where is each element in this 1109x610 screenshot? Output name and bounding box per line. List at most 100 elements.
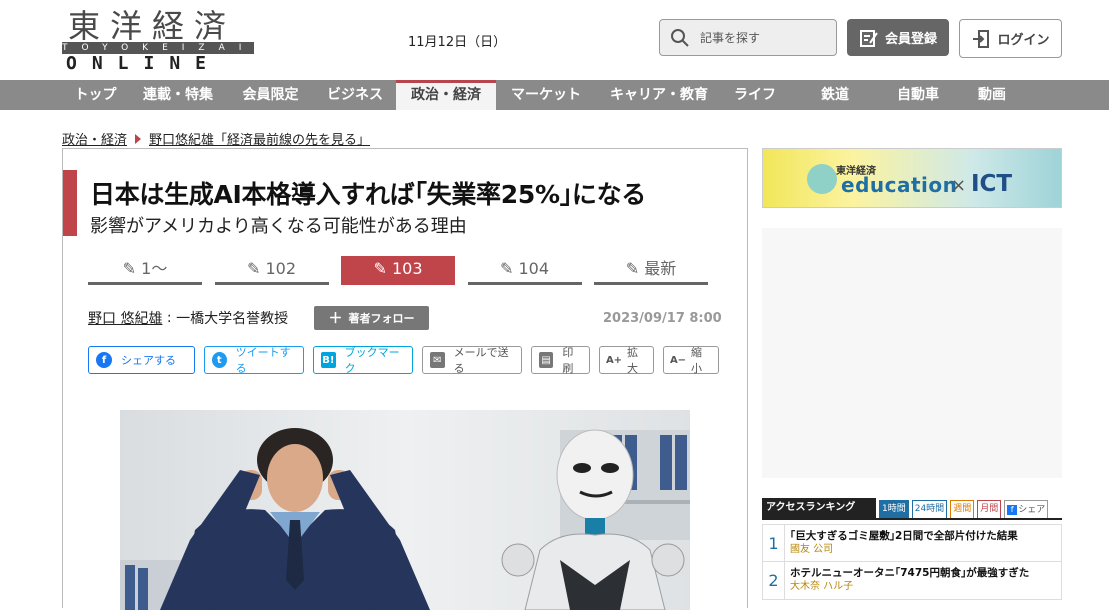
nav-item-automobile[interactable]: 自動車 xyxy=(882,80,954,110)
main-nav: トップ 連載・特集 会員限定 ビジネス 政治・経済 マーケット キャリア・教育 … xyxy=(0,80,1109,110)
ranking-tab-24h[interactable]: 24時間 xyxy=(911,500,948,518)
search-box[interactable]: 記事を探す xyxy=(659,19,837,56)
twitter-share-button[interactable]: t ツイートする xyxy=(204,346,304,375)
share-label: 拡大 xyxy=(627,346,638,375)
share-label: メールで送る xyxy=(453,346,509,375)
pencil-icon: ✎ xyxy=(499,259,519,278)
zoom-in-button[interactable]: A+ 拡大 xyxy=(599,346,654,375)
nav-item-top[interactable]: トップ xyxy=(62,80,129,110)
site-logo[interactable]: 東洋経済 TOYOKEIZAI ONLINE xyxy=(62,6,254,74)
ranking-number: 2 xyxy=(763,562,785,599)
page-label: 104 xyxy=(518,259,550,278)
hatena-bookmark-icon: B! xyxy=(321,352,336,368)
page-label: 最新 xyxy=(644,259,677,278)
zoom-out-button[interactable]: A− 縮小 xyxy=(663,346,719,375)
search-icon xyxy=(671,28,689,47)
nav-item-business[interactable]: ビジネス xyxy=(314,80,396,110)
ranking-tab-1h[interactable]: 1時間 xyxy=(879,500,909,518)
nav-item-life[interactable]: ライフ xyxy=(722,80,788,110)
facebook-icon: f xyxy=(1007,504,1018,515)
breadcrumb-series[interactable]: 野口悠紀雄「経済最前線の先を見る」 xyxy=(149,129,370,148)
breadcrumb-arrow-icon xyxy=(135,133,142,144)
nav-item-railway[interactable]: 鉄道 xyxy=(788,80,882,110)
banner-cross: × xyxy=(951,175,967,196)
banner-education: education xyxy=(841,173,958,197)
member-register-button[interactable]: 会員登録 xyxy=(847,19,949,56)
page-label: 102 xyxy=(265,259,297,278)
title-accent-bar xyxy=(63,170,77,236)
author-title: 一橋大学名誉教授 xyxy=(176,311,289,327)
login-icon xyxy=(973,29,990,48)
login-button[interactable]: ログイン xyxy=(959,19,1062,58)
share-label: ツイートする xyxy=(235,346,291,375)
twitter-icon: t xyxy=(212,352,227,368)
article-subtitle: 影響がアメリカより高くなる可能性がある理由 xyxy=(90,216,467,237)
share-label: 印刷 xyxy=(562,346,574,375)
pencil-icon: ✎ xyxy=(625,259,645,278)
ranking-author: 大木奈 ハル子 xyxy=(790,581,854,592)
ranking-tab-share[interactable]: f シェア xyxy=(1004,500,1049,518)
facebook-icon: f xyxy=(96,352,112,368)
ranking-tab-week[interactable]: 週間 xyxy=(950,500,975,518)
ad-placeholder xyxy=(762,228,1062,478)
plus-icon: ＋ xyxy=(328,311,343,327)
page-link-latest[interactable]: ✎ 最新 xyxy=(594,256,708,285)
share-label: 縮小 xyxy=(691,346,702,375)
zoom-in-icon: A+ xyxy=(605,354,623,366)
mail-share-button[interactable]: ✉ メールで送る xyxy=(422,346,522,375)
mail-icon: ✉ xyxy=(430,352,445,368)
nav-item-market[interactable]: マーケット xyxy=(496,80,596,110)
logo-online: ONLINE xyxy=(66,53,222,74)
follow-label: 著者フォロー xyxy=(348,312,415,325)
register-icon xyxy=(859,29,878,47)
page-link-102[interactable]: ✎ 102 xyxy=(214,256,329,285)
current-date: 11月12日（日） xyxy=(408,35,507,50)
login-label: ログイン xyxy=(997,33,1050,48)
ranking-tab-month[interactable]: 月間 xyxy=(977,500,1002,518)
follow-author-button[interactable]: ＋ 著者フォロー xyxy=(314,306,429,330)
page-link-first[interactable]: ✎ 1〜 xyxy=(88,256,202,285)
ranking-tab-share-label: シェア xyxy=(1018,504,1046,515)
article-panel: 日本は生成AI本格導入すれば｢失業率25%｣になる 影響がアメリカより高くなる可… xyxy=(62,148,748,610)
site-header: 東洋経済 TOYOKEIZAI ONLINE 11月12日（日） 記事を探す 会… xyxy=(0,0,1109,80)
zoom-out-icon: A− xyxy=(669,354,687,366)
ranking-headline[interactable]: ｢巨大すぎるゴミ屋敷｣2日間で全部片付けた結果 xyxy=(790,529,1018,543)
nav-item-career[interactable]: キャリア・教育 xyxy=(596,80,722,110)
breadcrumb: 政治・経済 野口悠紀雄「経済最前線の先を見る」 xyxy=(62,129,370,148)
author-line: 野口 悠紀雄 : 一橋大学名誉教授 xyxy=(88,308,288,328)
ranking-item[interactable]: 1 ｢巨大すぎるゴミ屋敷｣2日間で全部片付けた結果 國友 公司 xyxy=(762,524,1062,562)
ranking-header: アクセスランキング 1時間 24時間 週間 月間 f シェア xyxy=(762,498,1062,520)
pagination: ✎ 1〜 ✎ 102 ✎ 103 ✎ 104 ✎ 最新 xyxy=(88,256,721,285)
share-label: ブックマーク xyxy=(344,346,400,375)
page-link-104[interactable]: ✎ 104 xyxy=(467,256,582,285)
education-ict-banner[interactable]: 東洋経済 education × ICT xyxy=(762,148,1062,208)
pencil-icon: ✎ xyxy=(246,259,266,278)
publish-date: 2023/09/17 8:00 xyxy=(603,311,722,326)
ranking-headline[interactable]: ホテルニューオータニ｢7475円朝食｣が最強すぎた xyxy=(790,566,1029,580)
pencil-icon: ✎ xyxy=(373,259,392,278)
nav-item-politics-economy[interactable]: 政治・経済 xyxy=(396,80,496,110)
nav-item-members[interactable]: 会員限定 xyxy=(227,80,314,110)
author-name[interactable]: 野口 悠紀雄 xyxy=(88,308,162,328)
share-label: シェアする xyxy=(121,354,176,367)
hatena-bookmark-button[interactable]: B! ブックマーク xyxy=(313,346,413,375)
author-separator: : xyxy=(162,310,177,326)
article-hero-image xyxy=(120,410,690,610)
businessman-and-robot-image xyxy=(120,410,690,610)
print-button[interactable]: ▤ 印刷 xyxy=(531,346,590,375)
article-title: 日本は生成AI本格導入すれば｢失業率25%｣になる xyxy=(90,180,646,209)
nav-item-video[interactable]: 動画 xyxy=(954,80,1030,110)
facebook-share-button[interactable]: f シェアする xyxy=(88,346,195,374)
search-placeholder: 記事を探す xyxy=(700,31,761,45)
ranking-author: 國友 公司 xyxy=(790,544,834,555)
page-link-103[interactable]: ✎ 103 xyxy=(341,256,455,285)
breadcrumb-section[interactable]: 政治・経済 xyxy=(62,129,127,148)
education-logo-icon xyxy=(807,164,837,194)
logo-kanji: 東洋経済 xyxy=(68,7,237,45)
banner-ict: ICT xyxy=(971,171,1013,197)
pencil-icon: ✎ xyxy=(122,259,142,278)
nav-item-series[interactable]: 連載・特集 xyxy=(129,80,227,110)
ranking-item[interactable]: 2 ホテルニューオータニ｢7475円朝食｣が最強すぎた 大木奈 ハル子 xyxy=(762,562,1062,600)
ranking-number: 1 xyxy=(763,525,785,561)
ranking-list: 1 ｢巨大すぎるゴミ屋敷｣2日間で全部片付けた結果 國友 公司 2 ホテルニュー… xyxy=(762,524,1062,600)
